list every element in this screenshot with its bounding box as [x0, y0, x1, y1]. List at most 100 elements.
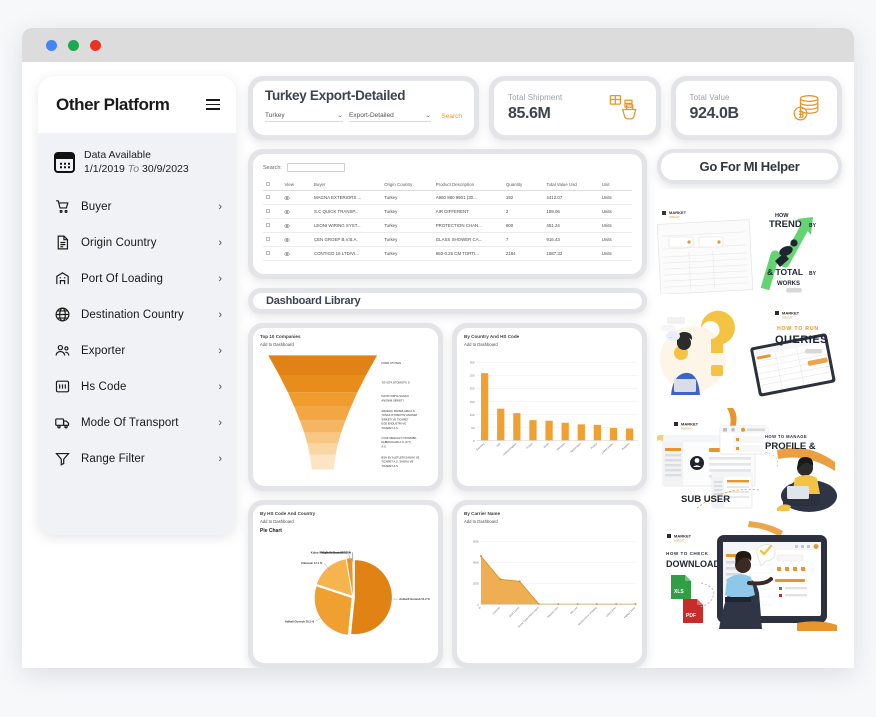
window-dot-red[interactable] [90, 39, 101, 51]
pie-chart-card[interactable]: By HS Code And Country Add to Dashboard … [248, 500, 443, 668]
svg-text:TREND: TREND [769, 219, 802, 230]
table-row[interactable]: MAGNA EXTERIORS ... Turkey A960 880 9901 (… [263, 190, 632, 205]
svg-text:A.S.: A.S. [381, 444, 386, 448]
table-row[interactable]: LEONI WIRING SYST... Turkey PROTECTION CHA… [263, 218, 632, 233]
window-dot-blue[interactable] [46, 39, 57, 51]
sidebar-item-port-of-loading[interactable]: Port Of Loading › [38, 261, 236, 297]
chevron-right-icon: › [218, 344, 222, 357]
hamburger-icon[interactable] [206, 99, 220, 110]
content-row: Search: View Buyer Origin Country Produc… [248, 149, 842, 668]
country-select[interactable]: Turkey ⌄ [265, 111, 343, 122]
sidebar-item-destination-country[interactable]: Destination Country › [38, 297, 236, 333]
bar-chart-card[interactable]: By Country And HS Code Add to Dashboard … [452, 323, 647, 491]
queries-promo[interactable]: ... MARKET INSIGHT HOW TO RUN QUERIES [657, 299, 842, 403]
svg-text:M: M [478, 606, 482, 610]
svg-text:Grand Trade Export Import: Grand Trade Export Import [517, 606, 539, 628]
eye-icon[interactable] [284, 209, 308, 215]
table-header-row: View Buyer Origin Country Product Descri… [263, 178, 632, 191]
search-card-title: Turkey Export-Detailed [265, 88, 406, 103]
svg-text:150: 150 [470, 400, 475, 404]
svg-text:INSIGHT: INSIGHT [674, 539, 685, 543]
table-row[interactable]: CONTIGO 16 LTD/VI... Turkey 650-0.25 CM TO… [263, 246, 632, 261]
row-view-cell[interactable] [281, 218, 311, 233]
row-view-cell[interactable] [281, 190, 311, 205]
svg-text:4000: 4000 [473, 561, 479, 565]
type-select[interactable]: Export-Detailed ⌄ [349, 111, 431, 122]
th-origin-country: Origin Country [381, 178, 433, 191]
svg-text:INSIGHT: INSIGHT [681, 427, 692, 431]
svg-text:HOW TO RUN: HOW TO RUN [777, 326, 819, 332]
sidebar-item-origin-country[interactable]: Origin Country › [38, 225, 236, 261]
cell-unit: Units [598, 218, 632, 233]
search-button[interactable]: Search [441, 113, 462, 120]
row-checkbox-cell[interactable] [263, 190, 282, 205]
cell-buyer: LEONI WIRING SYST... [310, 218, 382, 233]
svg-text:QUERIES: QUERIES [775, 334, 828, 346]
svg-text:Nile Line: Nile Line [570, 606, 579, 615]
add-to-dashboard-link[interactable]: Add to Dashboard [260, 342, 431, 347]
svg-text:WORKS: WORKS [777, 281, 800, 287]
svg-text:MSC Carrier: MSC Carrier [509, 606, 521, 618]
data-available-from: 1/1/2019 [84, 162, 125, 175]
svg-text:Germany: Germany [476, 442, 486, 452]
chevron-right-icon: › [218, 308, 222, 321]
eye-icon[interactable] [284, 237, 308, 243]
funnel-chart-card[interactable]: Top 10 Companies Add to Dashboard FORD O… [248, 323, 443, 491]
eye-icon[interactable] [284, 195, 308, 201]
downloads-promo[interactable]: MARKET INSIGHT HOW TO CHECK DOWNLOADS XL… [657, 521, 842, 633]
sidebar-item-mode-of-transport[interactable]: Mode Of Transport › [38, 405, 236, 441]
sidebar-item-range-filter[interactable]: Range Filter › [38, 441, 236, 477]
checkbox-icon[interactable] [266, 237, 270, 241]
checkbox-icon[interactable] [266, 209, 270, 213]
cell-total-value-usd: 1687.32 [543, 246, 599, 261]
svg-text:MARKET: MARKET [669, 210, 687, 215]
go-for-mi-helper-button[interactable]: Go For MI Helper [661, 153, 838, 180]
svg-text:100: 100 [470, 413, 475, 417]
row-view-cell[interactable] [281, 246, 311, 261]
area-chart-card[interactable]: By Carrier Name Add to Dashboard 6000 400… [452, 500, 647, 668]
data-available-block: Data Available 1/1/2019 To 30/9/2023 [38, 133, 236, 189]
eye-icon[interactable] [284, 251, 308, 257]
svg-text:200: 200 [470, 387, 475, 391]
stat-label: Total Value [689, 93, 730, 102]
th-view: View [281, 178, 311, 191]
profile-subuser-promo[interactable]: MARKET INSIGHT HOW TO MANAGE PROFILE & S… [657, 408, 842, 516]
add-to-dashboard-link[interactable]: Add to Dashboard [464, 519, 635, 524]
checkbox-icon[interactable] [266, 223, 270, 227]
row-checkbox-cell[interactable] [263, 246, 282, 261]
sidebar-item-exporter[interactable]: Exporter › [38, 333, 236, 369]
sidebar-item-buyer[interactable]: Buyer › [38, 189, 236, 225]
checkbox-icon[interactable] [266, 181, 270, 186]
th-select-all[interactable] [263, 178, 282, 191]
checkbox-icon[interactable] [266, 195, 270, 199]
cell-quantity: 2 [502, 204, 544, 219]
browser-window: Other Platform Data Available 1/1/2019 T… [22, 28, 854, 668]
sidebar-item-label: Destination Country [81, 308, 184, 321]
cell-total-value-usd: 451.24 [543, 218, 599, 233]
svg-text:2000: 2000 [473, 582, 479, 586]
row-checkbox-cell[interactable] [263, 218, 282, 233]
row-checkbox-cell[interactable] [263, 232, 282, 247]
table-row[interactable]: ÇEN GROEP B.V.B.A. Turkey GLASS SHOWER CA.… [263, 232, 632, 247]
trend-total-promo[interactable]: MARKET INSIGHT HOW TREND BY & TOTAL BY W… [657, 189, 842, 294]
table-row[interactable]: S.C QUICK TRANSP... Turkey AIR DIFFERENT 2 1… [263, 204, 632, 219]
search-input[interactable] [286, 163, 345, 172]
svg-text:PDF: PDF [686, 613, 696, 619]
row-checkbox-cell[interactable] [263, 204, 282, 219]
row-view-cell[interactable] [281, 232, 311, 247]
svg-text:Unknown: Unknown [492, 606, 502, 616]
chevron-down-icon: ⌄ [337, 112, 343, 119]
chevron-down-icon: ⌄ [425, 112, 431, 119]
stat-value: 85.6M [508, 105, 551, 122]
row-view-cell[interactable] [281, 204, 311, 219]
add-to-dashboard-link[interactable]: Add to Dashboard [260, 519, 431, 524]
checkbox-icon[interactable] [266, 251, 270, 255]
shipment-icon [608, 93, 642, 123]
left-column: Search: View Buyer Origin Country Produc… [248, 149, 647, 668]
add-to-dashboard-link[interactable]: Add to Dashboard [464, 342, 635, 347]
window-dot-green[interactable] [68, 39, 79, 51]
sidebar-item-hs-code[interactable]: Hs Code › [38, 369, 236, 405]
document-icon [54, 234, 71, 251]
svg-text:FORD OTOSAN: FORD OTOSAN [381, 361, 401, 365]
eye-icon[interactable] [284, 223, 308, 229]
